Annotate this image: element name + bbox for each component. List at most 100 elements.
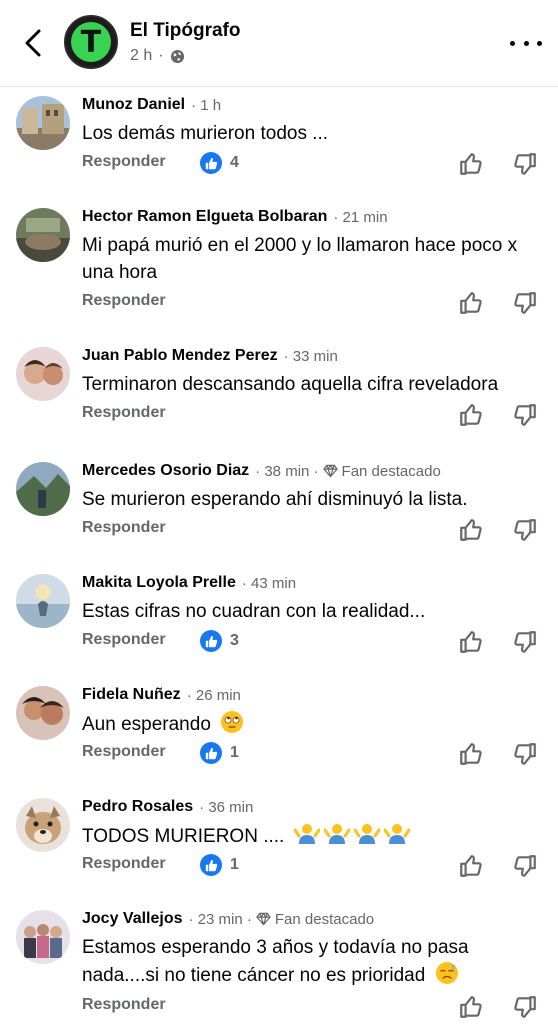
reaction-count: 3 — [230, 632, 239, 649]
reply-button[interactable]: Responder — [82, 996, 166, 1014]
avatar[interactable] — [16, 686, 70, 740]
top-fan-badge: Fan destacado — [322, 463, 441, 480]
like-reaction-icon — [200, 854, 222, 876]
comment-author[interactable]: Pedro Rosales — [82, 798, 193, 816]
comment-text-body: Estamos esperando 3 años y todavía no pa… — [82, 937, 469, 986]
thumbs-down-icon[interactable] — [512, 741, 538, 767]
sad-sweat-emoji-icon — [435, 962, 458, 984]
comment-actions: Responder 1 — [82, 741, 552, 769]
fan-label: Fan destacado — [274, 910, 375, 928]
comment-text-body: Aun esperando — [82, 714, 211, 735]
post-time: 2 h — [130, 47, 153, 64]
reaction-summary[interactable]: 3 — [200, 630, 239, 652]
dot-icon — [537, 40, 542, 46]
reply-button[interactable]: Responder — [82, 519, 166, 537]
reaction-summary[interactable]: 1 — [200, 742, 239, 764]
comment-time[interactable]: 33 min — [293, 348, 338, 365]
comment-header: Pedro Rosales · 36 min — [82, 798, 254, 816]
chevron-left-icon — [25, 29, 41, 57]
thumbs-down-icon[interactable] — [512, 629, 538, 655]
comment-author[interactable]: Mercedes Osorio Diaz — [82, 462, 249, 480]
comment-actions: Responder 4 — [82, 151, 552, 179]
comment-author[interactable]: Jocy Vallejos — [82, 910, 183, 928]
comment-time[interactable]: 38 min — [264, 463, 309, 480]
diamond-icon — [256, 912, 271, 926]
comment-text: Estas cifras no cuadran con la realidad.… — [82, 601, 426, 622]
thumbs-down-icon[interactable] — [512, 290, 538, 316]
thumbs-up-icon[interactable] — [458, 151, 484, 177]
thumbs-up-icon[interactable] — [458, 517, 484, 543]
reply-button[interactable]: Responder — [82, 404, 166, 422]
eye-roll-emoji-icon — [221, 711, 244, 733]
avatar[interactable] — [16, 208, 70, 262]
thumbs-down-icon[interactable] — [512, 517, 538, 543]
comment-text: TODOS MURIERON .... — [82, 822, 542, 850]
comment-time[interactable]: 21 min — [343, 209, 388, 226]
comment-text: Terminaron descansando aquella cifra rev… — [82, 374, 499, 395]
comment-author[interactable]: Munoz Daniel — [82, 96, 185, 114]
dot-icon — [523, 40, 529, 46]
comment-header: Fidela Nuñez · 26 min — [82, 686, 241, 704]
comment-header: Munoz Daniel · 1 h — [82, 96, 222, 114]
comment-text: Los demás murieron todos ... — [82, 123, 329, 144]
thumbs-up-icon[interactable] — [458, 402, 484, 428]
shrug-emoji-icon — [383, 824, 410, 844]
avatar[interactable] — [16, 910, 70, 964]
comment-author[interactable]: Fidela Nuñez — [82, 686, 181, 704]
reply-button[interactable]: Responder — [82, 292, 166, 310]
page-name[interactable]: El Tipógrafo — [130, 20, 240, 42]
thumbs-up-icon[interactable] — [458, 853, 484, 879]
avatar[interactable] — [16, 798, 70, 852]
comment-text: Se murieron esperando ahí disminuyó la l… — [82, 489, 468, 510]
reply-button[interactable]: Responder — [82, 631, 166, 649]
comment-header: Juan Pablo Mendez Perez · 33 min — [82, 347, 338, 365]
comment-time[interactable]: 43 min — [251, 575, 296, 592]
comment-text: Mi papá murió en el 2000 y lo llamaron h… — [82, 235, 518, 283]
dot-icon — [510, 40, 515, 46]
comment-header: Makita Loyola Prelle · 43 min — [82, 574, 297, 592]
avatar[interactable] — [16, 96, 70, 150]
globe-icon — [170, 49, 184, 63]
thumbs-down-icon[interactable] — [512, 853, 538, 879]
comment-actions: Responder — [82, 519, 552, 545]
post-meta: 2 h · — [130, 47, 185, 65]
comment-time[interactable]: 26 min — [196, 687, 241, 704]
page-logo-letter: T — [71, 22, 111, 62]
reaction-summary[interactable]: 1 — [200, 854, 239, 876]
reaction-count: 1 — [230, 856, 239, 873]
comment-author[interactable]: Juan Pablo Mendez Perez — [82, 347, 278, 365]
reply-button[interactable]: Responder — [82, 153, 166, 171]
comment-time[interactable]: 23 min — [198, 911, 243, 928]
reply-button[interactable]: Responder — [82, 743, 166, 761]
more-options-button[interactable] — [510, 30, 542, 56]
reply-button[interactable]: Responder — [82, 855, 166, 873]
like-reaction-icon — [200, 152, 222, 174]
comment-text-body: TODOS MURIERON .... — [82, 826, 285, 847]
thumbs-up-icon[interactable] — [458, 741, 484, 767]
thumbs-up-icon[interactable] — [458, 629, 484, 655]
thumbs-down-icon[interactable] — [512, 994, 538, 1020]
avatar[interactable] — [16, 462, 70, 516]
thumbs-down-icon[interactable] — [512, 151, 538, 177]
comment-author[interactable]: Hector Ramon Elgueta Bolbaran — [82, 208, 327, 226]
thumbs-down-icon[interactable] — [512, 402, 538, 428]
comment-time[interactable]: 36 min — [208, 799, 253, 816]
comment-text: Aun esperando — [82, 710, 542, 738]
avatar[interactable] — [16, 574, 70, 628]
comment-time[interactable]: 1 h — [200, 97, 221, 114]
comment-actions: Responder — [82, 996, 552, 1022]
back-button[interactable] — [18, 26, 48, 60]
shrug-emoji-icon — [323, 824, 350, 844]
top-fan-badge: Fan destacado — [256, 911, 374, 928]
reaction-count: 1 — [230, 744, 239, 761]
thumbs-up-icon[interactable] — [458, 290, 484, 316]
thumbs-up-icon[interactable] — [458, 994, 484, 1020]
like-reaction-icon — [200, 630, 222, 652]
shrug-emoji-icon — [293, 824, 320, 844]
page-avatar[interactable]: T — [64, 15, 118, 69]
reaction-summary[interactable]: 4 — [200, 152, 239, 174]
comment-header: Hector Ramon Elgueta Bolbaran · 21 min — [82, 208, 388, 226]
post-header: T El Tipógrafo 2 h · — [0, 0, 558, 87]
avatar[interactable] — [16, 347, 70, 401]
comment-author[interactable]: Makita Loyola Prelle — [82, 574, 236, 592]
